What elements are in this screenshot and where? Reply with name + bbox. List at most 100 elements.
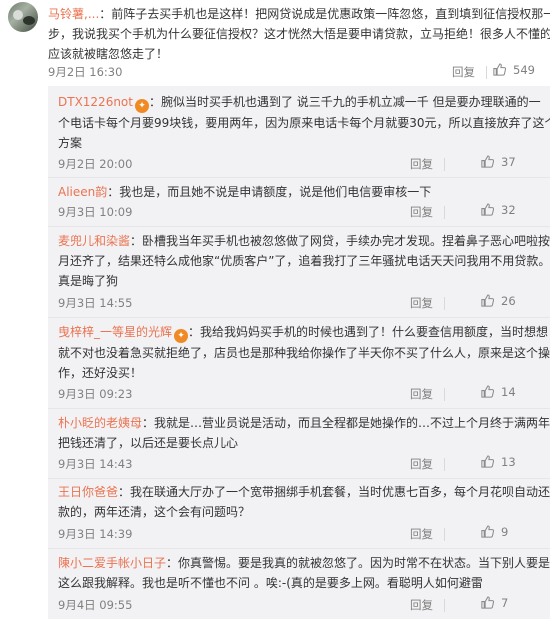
reply-line: 把钱还清了，以后还是要长点儿心 <box>58 436 239 450</box>
like-button[interactable]: 37 <box>480 154 516 169</box>
thumbs-up-icon <box>481 155 495 168</box>
reply-line: 月还齐了，结果还特么成他家“优质客户”了，追着我打了三年骚扰电话天天问我用不用贷… <box>58 254 550 268</box>
thumbs-up-icon <box>481 455 495 468</box>
reply-text: 朴小眨的老姨母：我就是…营业员说是活动，而且全程都是她操作的…不过上个月终于满两… <box>58 413 550 453</box>
like-count: 549 <box>513 62 535 77</box>
reply-line-text: ：卧槽我当年买手机也被忽悠做了网贷，手续办完才发现。捏着鼻子恶心吧啦按 <box>130 234 550 248</box>
like-button[interactable]: 32 <box>480 202 516 217</box>
reply-button[interactable]: 回复 <box>410 204 433 220</box>
reply-item: 麦兜儿和染酱：卧槽我当年买手机也被忽悠做了网贷，手续办完才发现。捏着鼻子恶心吧啦… <box>48 231 550 315</box>
reply-line-text: ：我在联通大厅办了一个宽带捆绑手机套餐，当时优惠七百多，每个月花呗自动还 <box>118 485 550 499</box>
reply-line: 个电话卡每个月要99块钱，要用两年，因为原来电话卡每个月就要30元，所以直接放弃… <box>58 116 550 130</box>
reply-line-text: ：我给我妈妈买手机的时候也遇到了！什么要查信用额度，当时想想 <box>188 325 549 339</box>
reply-divider <box>48 478 550 479</box>
reply-line: 陳小二爱手帐小日子：你真警惕。要是我真的就被忽悠了。因为时常不在状态。当下别人要… <box>58 553 550 573</box>
reply-button[interactable]: 回复 <box>410 386 433 402</box>
avatar-image-detail <box>13 10 23 20</box>
reply-item: 陳小二爱手帐小日子：你真警惕。要是我真的就被忽悠了。因为时常不在状态。当下别人要… <box>48 553 550 617</box>
reply-line: 朴小眨的老姨母：我就是…营业员说是活动，而且全程都是她操作的…不过上个月终于满两… <box>58 413 550 433</box>
reply-divider <box>48 317 550 318</box>
reply-text: Alieen韵：我也是，而且她不说是申请额度，说是他们电信要审核一下 <box>58 182 536 202</box>
reply-item: 朴小眨的老姨母：我就是…营业员说是活动，而且全程都是她操作的…不过上个月终于满两… <box>48 413 550 475</box>
like-button[interactable]: 7 <box>480 595 508 610</box>
top-comment: 马铃薯,...：前阵子去买手机也是这样！把网贷说成是优惠政策一阵忽悠，直到填到征… <box>0 0 550 86</box>
like-button[interactable]: 14 <box>480 384 516 399</box>
action-divider <box>444 458 445 471</box>
reply-line: 真是晦了狗 <box>58 274 119 288</box>
reply-line: Alieen韵：我也是，而且她不说是申请额度，说是他们电信要审核一下 <box>58 182 536 202</box>
reply-button[interactable]: 回复 <box>410 156 433 172</box>
reply-username[interactable]: 朴小眨的老姨母 <box>58 416 142 430</box>
reply-line: 王日你爸爸：我在联通大厅办了一个宽带捆绑手机套餐，当时优惠七百多，每个月花呗自动… <box>58 482 550 502</box>
vip-badge-icon: ✦ <box>174 329 189 343</box>
reply-list: DTX1226not ✦ ：腕似当时买手机也遇到了 说三千九的手机立减一千 但是要办… <box>48 86 550 619</box>
reply-line: DTX1226not ✦ ：腕似当时买手机也遇到了 说三千九的手机立减一千 但是要办… <box>58 92 541 113</box>
reply-timestamp: 9月4日 09:55 <box>58 598 133 612</box>
reply-line: 就不对也没着急买就拒绝了，店员也是那种我给你操作了半天你不买了什么人，原来是这个… <box>58 346 550 360</box>
reply-username[interactable]: 麦兜儿和染酱 <box>58 234 130 248</box>
reply-item: 曳梓梓_一等星的光辉 ✦ ：我给我妈妈买手机的时候也遇到了！什么要查信用额度，当时想… <box>48 322 550 406</box>
reply-username[interactable]: 陳小二爱手帐小日子 <box>58 556 166 570</box>
reply-line: 麦兜儿和染酱：卧槽我当年买手机也被忽悠做了网贷，手续办完才发现。捏着鼻子恶心吧啦… <box>58 231 550 251</box>
reply-line-text: ：你真警惕。要是我真的就被忽悠了。因为时常不在状态。当下别人要是 <box>166 556 550 570</box>
comment-timestamp: 9月2日 16:30 <box>48 65 123 79</box>
thumbs-up-icon <box>481 294 495 307</box>
reply-username[interactable]: DTX1226not <box>58 95 133 109</box>
vip-badge-icon: ✦ <box>134 99 149 113</box>
action-divider <box>444 388 445 401</box>
reply-timestamp: 9月3日 10:09 <box>58 205 133 219</box>
action-divider <box>444 528 445 541</box>
reply-username[interactable]: 曳梓梓_一等星的光辉 <box>58 325 172 339</box>
action-divider <box>444 158 445 171</box>
reply-item: 王日你爸爸：我在联通大厅办了一个宽带捆绑手机套餐，当时优惠七百多，每个月花呗自动… <box>48 482 550 544</box>
like-button[interactable]: 26 <box>480 293 516 308</box>
reply-button[interactable]: 回复 <box>410 597 433 613</box>
reply-button[interactable]: 回复 <box>410 295 433 311</box>
comment-text: 马铃薯,...：前阵子去买手机也是这样！把网贷说成是优惠政策一阵忽悠，直到填到征… <box>48 4 550 64</box>
like-count: 26 <box>501 293 516 308</box>
reply-item: Alieen韵：我也是，而且她不说是申请额度，说是他们电信要审核一下 9月3日 … <box>48 182 550 224</box>
reply-text: 曳梓梓_一等星的光辉 ✦ ：我给我妈妈买手机的时候也遇到了！什么要查信用额度，当时想… <box>58 322 550 383</box>
like-button[interactable]: 13 <box>480 454 516 469</box>
reply-timestamp: 9月3日 09:23 <box>58 387 133 401</box>
reply-line-text: ：我也是，而且她不说是申请额度，说是他们电信要审核一下 <box>107 185 432 199</box>
action-divider <box>444 599 445 612</box>
reply-line: 方案 <box>58 136 83 150</box>
reply-line: 作，还好没买！ <box>58 366 143 380</box>
thumbs-up-icon <box>493 63 507 76</box>
like-count: 13 <box>501 454 516 469</box>
thumbs-up-icon <box>481 525 495 538</box>
reply-timestamp: 9月3日 14:55 <box>58 296 133 310</box>
reply-item: DTX1226not ✦ ：腕似当时买手机也遇到了 说三千九的手机立减一千 但是要办… <box>48 92 550 176</box>
comment-line: 马铃薯,...：前阵子去买手机也是这样！把网贷说成是优惠政策一阵忽悠，直到填到征… <box>48 4 550 24</box>
like-button[interactable]: 549 <box>492 62 535 77</box>
reply-button[interactable]: 回复 <box>410 456 433 472</box>
like-count: 37 <box>501 154 516 169</box>
reply-button[interactable]: 回复 <box>410 526 433 542</box>
like-count: 7 <box>501 595 509 610</box>
like-count: 9 <box>501 524 509 539</box>
reply-line: 款的，两年还清，这个会有问题吗？ <box>58 505 251 519</box>
thumbs-up-icon <box>481 385 495 398</box>
user-avatar[interactable] <box>8 2 38 32</box>
reply-text: 王日你爸爸：我在联通大厅办了一个宽带捆绑手机套餐，当时优惠七百多，每个月花呗自动… <box>58 482 550 522</box>
reply-text: 麦兜儿和染酱：卧槽我当年买手机也被忽悠做了网贷，手续办完才发现。捏着鼻子恶心吧啦… <box>58 231 550 291</box>
reply-divider <box>48 408 550 409</box>
reply-divider <box>48 226 550 227</box>
reply-line: 这么跟我解释。我也是听不懂也不问 。唉:-(真的是要多上网。看聪明人如何避雷 <box>58 576 483 590</box>
comment-username[interactable]: 马铃薯,... <box>48 7 99 21</box>
like-button[interactable]: 9 <box>480 524 508 539</box>
comment-line-text: ：前阵子去买手机也是这样！把网贷说成是优惠政策一阵忽悠，直到填到征信授权那一 <box>99 7 550 21</box>
action-divider <box>444 297 445 310</box>
reply-button[interactable]: 回复 <box>452 64 475 80</box>
reply-line-text: ：我就是…营业员说是活动，而且全程都是她操作的…不过上个月终于满两年 <box>142 416 550 430</box>
thumbs-up-icon <box>481 596 495 609</box>
comment-line: 应该就被瞎忽悠走了！ <box>48 47 169 61</box>
thumbs-up-icon <box>481 203 495 216</box>
reply-username[interactable]: 王日你爸爸 <box>58 485 118 499</box>
reply-username[interactable]: Alieen韵 <box>58 185 107 199</box>
avatar-image-detail <box>23 16 35 25</box>
action-divider <box>444 206 445 219</box>
action-divider <box>486 66 487 79</box>
reply-timestamp: 9月3日 14:39 <box>58 527 133 541</box>
